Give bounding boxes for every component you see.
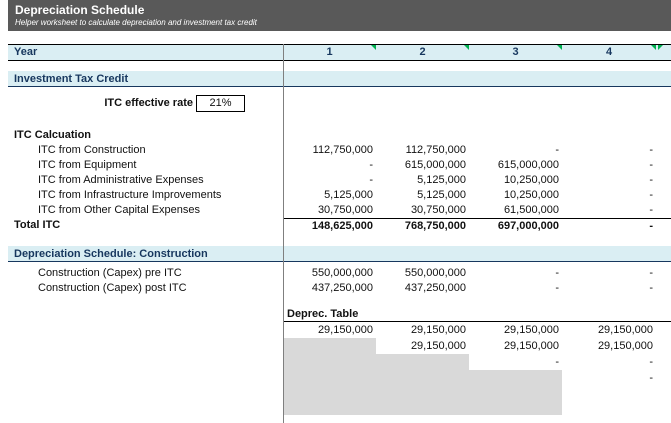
total-itc-label: Total ITC <box>0 218 283 234</box>
cell-year3[interactable]: - <box>469 143 562 158</box>
row-label: ITC from Equipment <box>0 158 283 173</box>
cell-year3[interactable]: - <box>469 354 562 370</box>
year-header-row: Year 1 2 3 4 <box>8 44 671 61</box>
depreciation-section-band: Depreciation Schedule: Construction <box>8 246 671 262</box>
deprec-table-row: 29,150,000 29,150,000 29,150,000 29,150,… <box>283 322 671 338</box>
cell-year4[interactable]: - <box>562 158 656 173</box>
cell-year2-shaded[interactable] <box>376 370 469 386</box>
table-row: ITC from Equipment - 615,000,000 615,000… <box>0 158 671 173</box>
cell-year3[interactable]: 29,150,000 <box>469 338 562 354</box>
cell-year4[interactable]: - <box>562 218 656 234</box>
cell-year2-shaded[interactable] <box>376 354 469 370</box>
cell-year1[interactable]: 550,000,000 <box>283 266 376 281</box>
cell-year1[interactable]: 30,750,000 <box>283 203 376 218</box>
cell-year2[interactable]: 5,125,000 <box>376 188 469 203</box>
year-4-value: 4 <box>606 46 612 58</box>
cell-year4[interactable]: - <box>562 173 656 188</box>
row-label: ITC from Other Capital Expenses <box>0 203 283 218</box>
year-3-value: 3 <box>512 46 518 58</box>
year-col-3[interactable]: 3 <box>469 45 562 60</box>
cell-year3-shaded[interactable] <box>469 370 562 386</box>
year-1-value: 1 <box>326 46 332 58</box>
row-label: ITC from Infrastructure Improvements <box>0 188 283 203</box>
itc-section-title: Investment Tax Credit <box>8 71 283 86</box>
row-label: ITC from Administrative Expenses <box>0 173 283 188</box>
table-row: ITC from Construction 112,750,000 112,75… <box>0 143 671 158</box>
row-label: Construction (Capex) post ITC <box>0 281 283 296</box>
cell-year2[interactable]: 29,150,000 <box>376 322 469 338</box>
cell-year4[interactable]: - <box>562 281 656 296</box>
cell-year4[interactable]: - <box>562 143 656 158</box>
row-label: ITC from Construction <box>0 143 283 158</box>
cell-year2[interactable]: 615,000,000 <box>376 158 469 173</box>
cell-year1[interactable]: - <box>283 173 376 188</box>
cell-year2[interactable]: 112,750,000 <box>376 143 469 158</box>
cell-year2[interactable]: 768,750,000 <box>376 218 469 234</box>
cell-year1-shaded[interactable] <box>283 370 376 386</box>
cell-year4[interactable]: - <box>562 203 656 218</box>
page-title: Depreciation Schedule <box>15 3 671 17</box>
worksheet-header: Depreciation Schedule Helper worksheet t… <box>8 0 671 31</box>
itc-calc-title: ITC Calcuation <box>0 128 283 143</box>
cell-year1-shaded[interactable] <box>283 338 376 354</box>
cell-year4[interactable]: - <box>562 188 656 203</box>
deprec-table-row: - - <box>283 354 671 370</box>
cell-year1[interactable]: 112,750,000 <box>283 143 376 158</box>
table-row: Construction (Capex) pre ITC 550,000,000… <box>0 266 671 281</box>
cell-year3[interactable]: - <box>469 281 562 296</box>
itc-rate-input[interactable]: 21% <box>196 95 245 112</box>
cell-year1[interactable]: 5,125,000 <box>283 188 376 203</box>
cell-year3[interactable]: 10,250,000 <box>469 173 562 188</box>
cell-year2[interactable]: 30,750,000 <box>376 203 469 218</box>
cell-year1[interactable]: 437,250,000 <box>283 281 376 296</box>
row-label: Construction (Capex) pre ITC <box>0 266 283 281</box>
table-row: ITC from Administrative Expenses - 5,125… <box>0 173 671 188</box>
year-label: Year <box>8 45 283 60</box>
year-col-2[interactable]: 2 <box>376 45 469 60</box>
year-col-margin <box>656 45 671 60</box>
cell-year3[interactable]: 697,000,000 <box>469 218 562 234</box>
cell-year4[interactable]: - <box>562 370 656 386</box>
itc-section-band: Investment Tax Credit <box>8 71 671 87</box>
deprec-table-title: Deprec. Table <box>283 306 671 322</box>
year-col-1[interactable]: 1 <box>283 45 376 60</box>
column-separator-line <box>283 44 284 423</box>
cell-year1[interactable]: - <box>283 158 376 173</box>
cell-year1[interactable]: 29,150,000 <box>283 322 376 338</box>
itc-rate-label: ITC effective rate <box>0 95 193 112</box>
cell-year3[interactable]: 61,500,000 <box>469 203 562 218</box>
table-row: ITC from Other Capital Expenses 30,750,0… <box>0 203 671 218</box>
year-2-value: 2 <box>419 46 425 58</box>
cell-year4[interactable]: - <box>562 266 656 281</box>
year-col-4[interactable]: 4 <box>562 45 656 60</box>
cell-year3[interactable]: 29,150,000 <box>469 322 562 338</box>
cell-year3[interactable]: - <box>469 266 562 281</box>
table-row: ITC from Infrastructure Improvements 5,1… <box>0 188 671 203</box>
cell-year3[interactable]: 615,000,000 <box>469 158 562 173</box>
cell-year2[interactable]: 5,125,000 <box>376 173 469 188</box>
cell-year1[interactable]: 148,625,000 <box>283 218 376 234</box>
cell-year3[interactable]: 10,250,000 <box>469 188 562 203</box>
itc-calc-heading-row: ITC Calcuation <box>0 128 671 143</box>
cell-year2[interactable]: 437,250,000 <box>376 281 469 296</box>
cell-year4[interactable]: 29,150,000 <box>562 322 656 338</box>
depreciation-section-title: Depreciation Schedule: Construction <box>8 246 283 261</box>
table-row: Construction (Capex) post ITC 437,250,00… <box>0 281 671 296</box>
cell-year2[interactable]: 550,000,000 <box>376 266 469 281</box>
page-subtitle: Helper worksheet to calculate depreciati… <box>15 17 671 28</box>
deprec-table-row: 29,150,000 29,150,000 29,150,000 <box>283 338 671 354</box>
flag-triangle-icon <box>658 45 663 50</box>
depreciation-worksheet: Depreciation Schedule Helper worksheet t… <box>0 0 671 423</box>
shaded-region <box>283 386 562 415</box>
cell-year4[interactable]: 29,150,000 <box>562 338 656 354</box>
cell-year2[interactable]: 29,150,000 <box>376 338 469 354</box>
deprec-table-row: - <box>283 370 671 386</box>
cell-year1-shaded[interactable] <box>283 354 376 370</box>
cell-year4[interactable]: - <box>562 354 656 370</box>
total-itc-row: Total ITC 148,625,000 768,750,000 697,00… <box>0 218 671 234</box>
